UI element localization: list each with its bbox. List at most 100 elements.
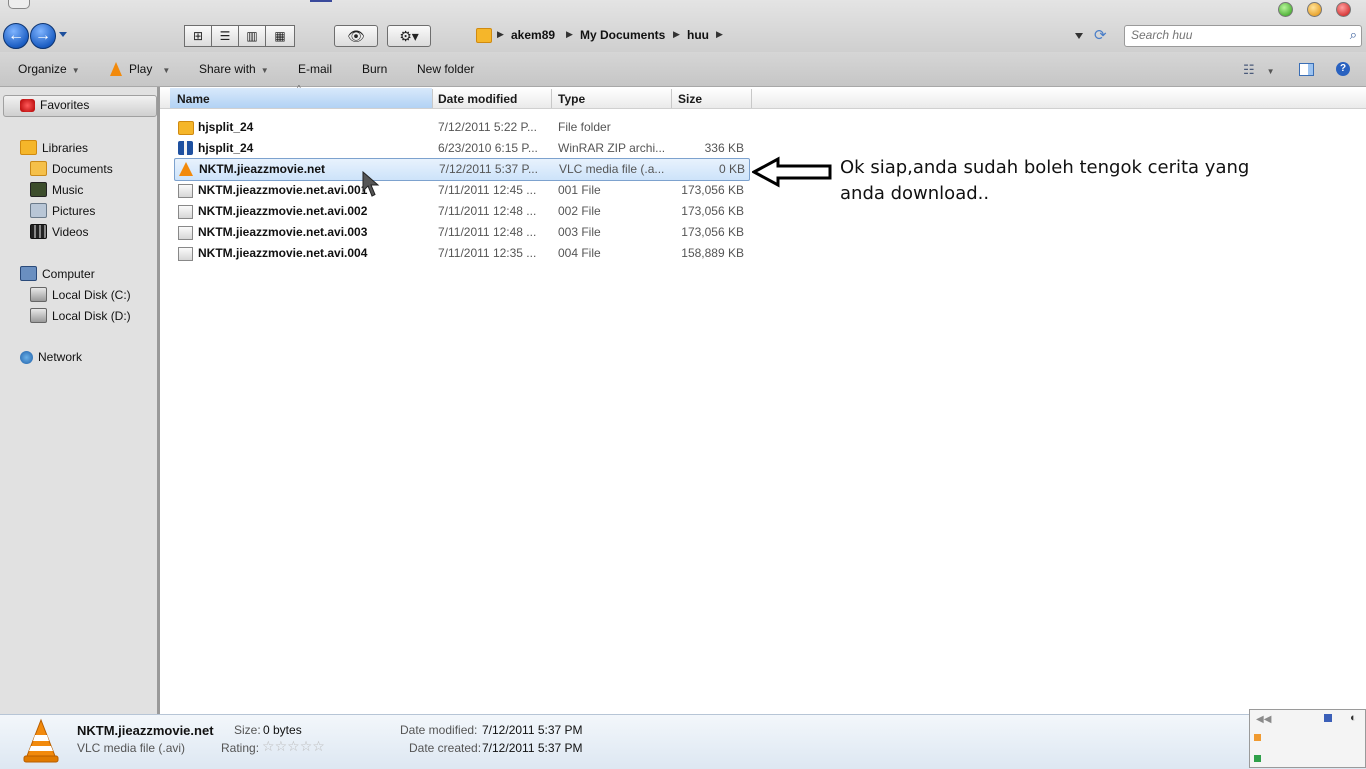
star-icon[interactable]: ☆: [275, 738, 288, 754]
chevron-down-icon: ▼: [1266, 67, 1275, 76]
view-icons-button[interactable]: ⊞: [184, 25, 212, 47]
sidebar-item-libraries[interactable]: Libraries: [20, 140, 88, 155]
sidebar-favorites-row[interactable]: Favorites: [20, 98, 89, 112]
view-coverflow-button[interactable]: ▦: [265, 25, 295, 47]
disk-icon: [30, 287, 47, 302]
file-name: NKTM.jieazzmovie.net.avi.001: [198, 183, 368, 197]
table-row[interactable]: hjsplit_24 6/23/2010 6:15 P... WinRAR ZI…: [174, 138, 748, 159]
power-icon[interactable]: ◐: [1350, 712, 1357, 724]
tray-app-icon[interactable]: [1254, 755, 1261, 762]
minimize-window-button[interactable]: [1307, 2, 1322, 17]
file-date: 7/11/2011 12:35 ...: [438, 246, 537, 260]
column-divider[interactable]: [751, 89, 752, 108]
network-tray-icon[interactable]: [1324, 714, 1332, 722]
view-list-button[interactable]: ☰: [211, 25, 239, 47]
address-history-dropdown[interactable]: [1075, 33, 1083, 39]
share-with-menu[interactable]: Share with ▼: [199, 62, 269, 76]
breadcrumb-item-huu[interactable]: huu: [687, 28, 709, 42]
new-folder-button[interactable]: New folder: [417, 62, 474, 76]
sidebar-item-local-disk-d[interactable]: Local Disk (D:): [30, 308, 131, 323]
view-columns-button[interactable]: ▥: [238, 25, 266, 47]
table-row[interactable]: NKTM.jieazzmovie.net.avi.003 7/11/2011 1…: [174, 222, 748, 243]
back-button[interactable]: ←: [3, 23, 29, 49]
file-date: 7/12/2011 5:37 P...: [439, 162, 538, 176]
breadcrumb-separator-icon: ▶: [673, 29, 680, 39]
change-view-button[interactable]: ☷ ▼: [1243, 62, 1275, 78]
table-row[interactable]: NKTM.jieazzmovie.net.avi.004 7/11/2011 1…: [174, 243, 748, 264]
sidebar-item-pictures[interactable]: Pictures: [30, 203, 95, 218]
volume-icon[interactable]: ◀◀: [1256, 714, 1271, 725]
column-header-date[interactable]: Date modified: [438, 92, 517, 106]
table-row[interactable]: NKTM.jieazzmovie.net.avi.002 7/11/2011 1…: [174, 201, 748, 222]
refresh-icon[interactable]: ⟳: [1094, 26, 1107, 44]
table-row-selected[interactable]: NKTM.jieazzmovie.net 7/12/2011 5:37 P...…: [174, 158, 750, 181]
star-icon[interactable]: ☆: [300, 738, 313, 754]
forward-button[interactable]: →: [30, 23, 56, 49]
email-button[interactable]: E-mail: [298, 62, 332, 76]
vlc-icon: [110, 62, 122, 76]
sidebar-item-music[interactable]: Music: [30, 182, 83, 197]
file-name: NKTM.jieazzmovie.net.avi.003: [198, 225, 368, 239]
close-window-button[interactable]: [1336, 2, 1351, 17]
sidebar-item-label: Pictures: [52, 203, 96, 218]
play-menu[interactable]: Play ▼: [129, 62, 170, 76]
details-created-label: Date created:: [409, 741, 482, 755]
tray-widget[interactable]: ◀◀ ◐: [1249, 709, 1366, 768]
column-header-name[interactable]: Name: [177, 92, 210, 106]
column-header-type[interactable]: Type: [558, 92, 585, 106]
tray-app-icon[interactable]: [1254, 734, 1261, 741]
sidebar-item-label: Music: [52, 182, 84, 197]
help-icon[interactable]: ?: [1336, 62, 1350, 76]
sidebar-item-local-disk-c[interactable]: Local Disk (C:): [30, 287, 131, 302]
file-icon: [178, 247, 193, 261]
file-date: 6/23/2010 6:15 P...: [438, 141, 538, 155]
breadcrumb-separator-icon: ▶: [497, 29, 504, 39]
star-icon[interactable]: ☆: [287, 738, 300, 754]
videos-icon: [30, 224, 47, 239]
breadcrumb-item-my-documents[interactable]: My Documents: [580, 28, 665, 42]
column-divider[interactable]: [551, 89, 552, 108]
file-size: 336 KB: [704, 141, 744, 155]
grid-icon: ⊞: [192, 29, 204, 43]
search-box[interactable]: ⌕: [1124, 25, 1362, 47]
sidebar-item-documents[interactable]: Documents: [30, 161, 113, 176]
file-size: 173,056 KB: [681, 183, 744, 197]
sidebar-item-network[interactable]: Network: [20, 350, 82, 364]
star-icon[interactable]: ☆: [312, 738, 325, 754]
sidebar-item-label: Favorites: [40, 98, 90, 112]
file-icon: [178, 226, 193, 240]
quick-look-button[interactable]: 👁: [334, 25, 378, 47]
sidebar-item-label: Computer: [42, 266, 95, 281]
back-arrow-icon: ←: [8, 27, 24, 44]
preview-pane-icon[interactable]: [1299, 63, 1314, 76]
search-input[interactable]: [1125, 26, 1331, 44]
search-icon[interactable]: ⌕: [1350, 27, 1357, 43]
sidebar-item-computer[interactable]: Computer: [20, 266, 95, 281]
column-divider[interactable]: [671, 89, 672, 108]
zoom-window-button[interactable]: [1278, 2, 1293, 17]
burn-button[interactable]: Burn: [362, 62, 387, 76]
share-with-label: Share with: [199, 62, 256, 76]
organize-menu[interactable]: Organize ▼: [18, 62, 80, 76]
file-name: hjsplit_24: [198, 120, 254, 134]
recent-pages-dropdown[interactable]: [59, 32, 67, 37]
eye-icon: 👁: [347, 27, 365, 44]
details-view-icon: ☷: [1243, 62, 1255, 77]
column-header-size[interactable]: Size: [678, 92, 702, 106]
table-row[interactable]: hjsplit_24 7/12/2011 5:22 P... File fold…: [174, 117, 748, 138]
breadcrumb-separator-icon: ▶: [716, 29, 723, 39]
file-size: 173,056 KB: [681, 204, 744, 218]
folder-icon: [476, 28, 492, 43]
window-menu-button[interactable]: [8, 0, 30, 9]
action-menu-button[interactable]: ⚙▾: [387, 25, 431, 47]
file-size: 173,056 KB: [681, 225, 744, 239]
star-icon[interactable]: ☆: [262, 738, 275, 754]
file-date: 7/11/2011 12:48 ...: [438, 204, 537, 218]
file-date: 7/12/2011 5:22 P...: [438, 120, 537, 134]
column-divider[interactable]: [432, 89, 433, 108]
sidebar-item-videos[interactable]: Videos: [30, 224, 88, 239]
details-created-value: 7/12/2011 5:37 PM: [482, 741, 583, 755]
rating-stars[interactable]: ☆☆☆☆☆: [262, 738, 325, 755]
table-row[interactable]: NKTM.jieazzmovie.net.avi.001 7/11/2011 1…: [174, 180, 748, 201]
breadcrumb-item-akem89[interactable]: akem89: [511, 28, 555, 42]
